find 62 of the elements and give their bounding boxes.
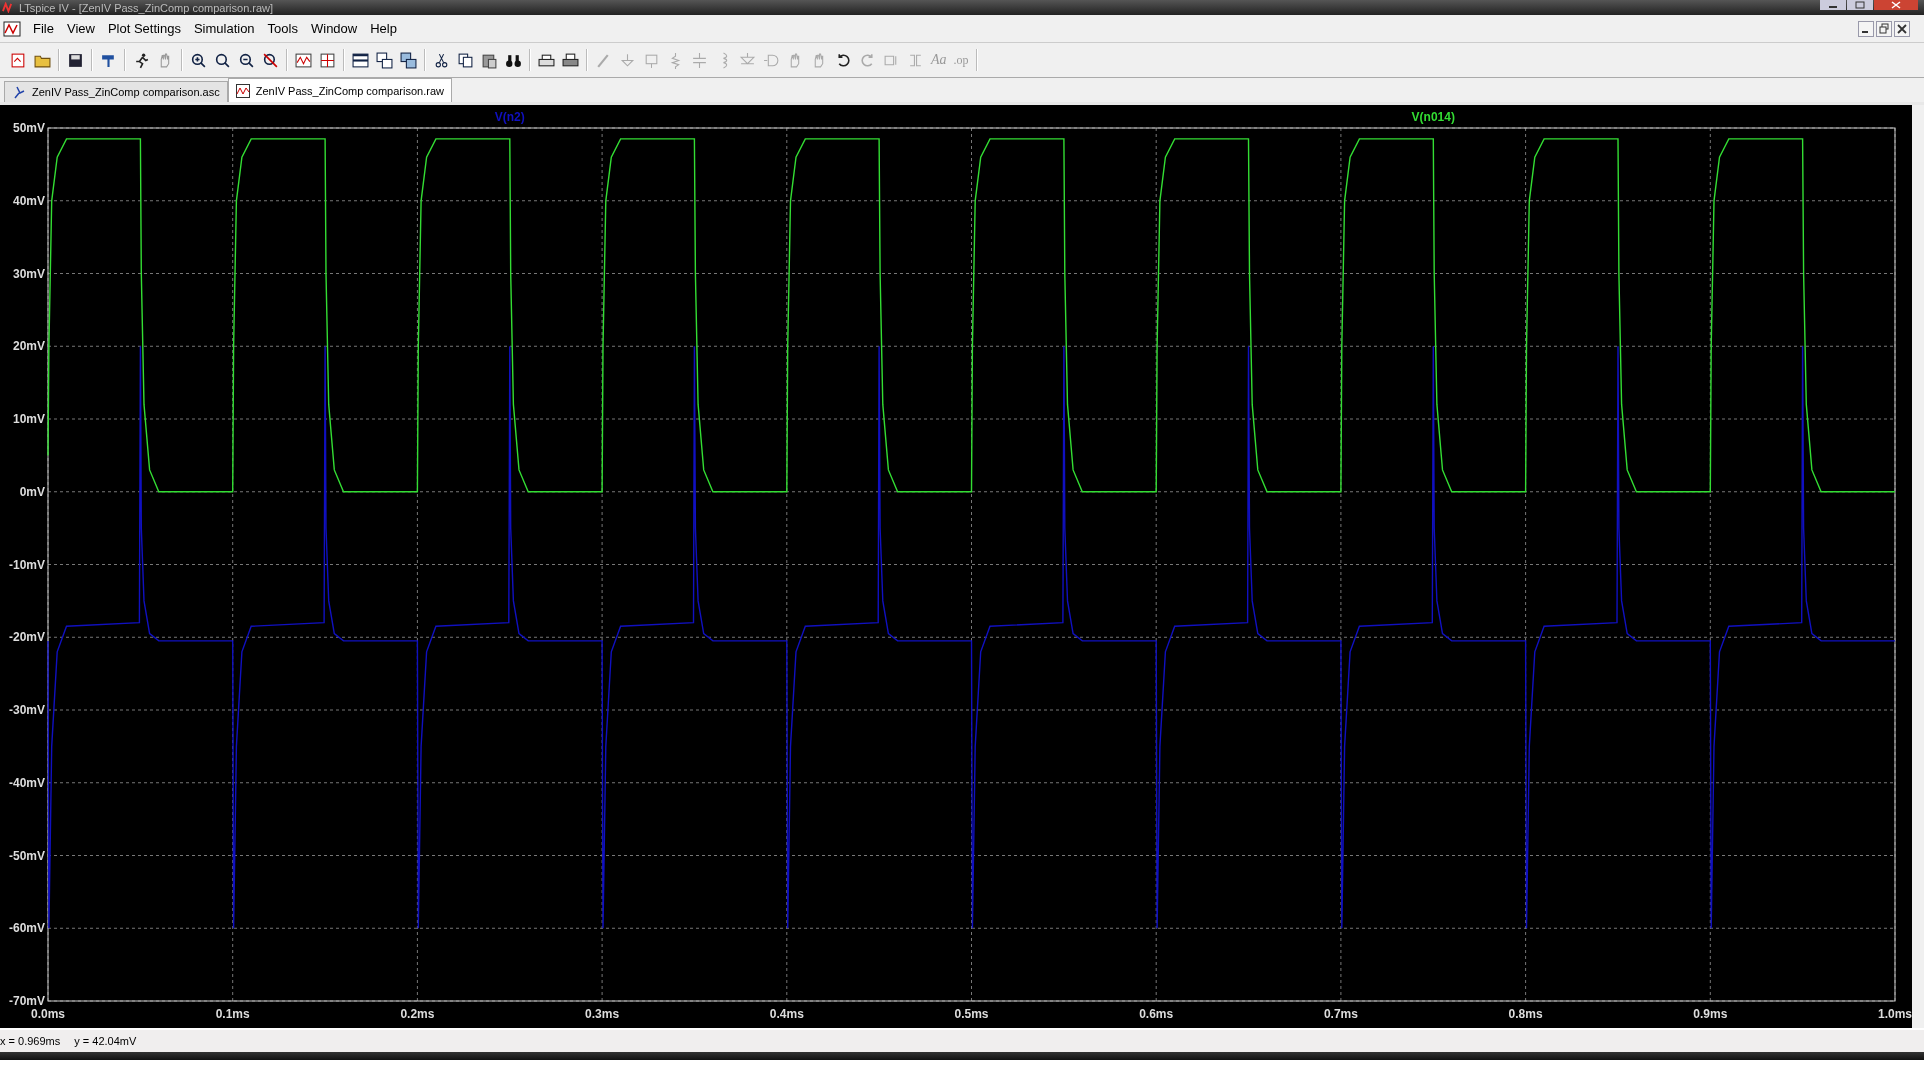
window-title: LTspice IV - [ZenIV Pass_ZinComp comparison.raw] bbox=[19, 1, 274, 14]
new-schematic-icon[interactable] bbox=[10, 51, 27, 69]
schematic-icon bbox=[12, 85, 26, 99]
minimize-icon[interactable] bbox=[1820, 0, 1846, 10]
axis-tick-label: 0mV bbox=[19, 484, 45, 499]
running-man-icon[interactable] bbox=[133, 51, 150, 69]
print-icon[interactable] bbox=[562, 51, 579, 69]
window-split-icon[interactable] bbox=[352, 51, 369, 69]
search-icon[interactable] bbox=[214, 51, 231, 69]
axis-tick-label: -70mV bbox=[8, 994, 45, 1008]
waveform-logo-icon bbox=[2, 2, 13, 13]
minimize-icon[interactable] bbox=[1858, 20, 1874, 37]
axis-tick-label: -60mV bbox=[8, 921, 45, 936]
axis-tick-label: -20mV bbox=[8, 630, 45, 645]
restore-icon[interactable] bbox=[1876, 20, 1892, 37]
axis-tick-label: 0.3ms bbox=[585, 1007, 620, 1021]
zoom-out-icon[interactable] bbox=[238, 51, 255, 69]
axis-tick-label: 0.6ms bbox=[1139, 1007, 1174, 1021]
zoom-cancel-icon[interactable] bbox=[262, 51, 279, 69]
zoom-in-icon[interactable] bbox=[190, 51, 207, 69]
axis-tick-label: 0.1ms bbox=[215, 1007, 250, 1021]
waveform-icon bbox=[235, 83, 250, 98]
trace-name[interactable]: V(n014) bbox=[1411, 110, 1455, 124]
waveform-logo-icon[interactable] bbox=[3, 20, 21, 37]
waveform-grid-icon[interactable] bbox=[295, 51, 312, 69]
close-icon[interactable] bbox=[1894, 20, 1910, 37]
menu-item[interactable]: Tools bbox=[261, 21, 305, 36]
scissors-icon[interactable] bbox=[433, 51, 450, 69]
menu-item[interactable]: Plot Settings bbox=[101, 21, 188, 36]
axis-tick-label: -10mV bbox=[8, 557, 45, 572]
cursor-y-readout: y = 42.04mV bbox=[74, 1035, 137, 1047]
axis-tick-label: 10mV bbox=[12, 412, 45, 426]
axis-tick-label: 0.2ms bbox=[400, 1007, 435, 1021]
axis-tick-label: 30mV bbox=[12, 266, 45, 281]
menu-item[interactable]: Window bbox=[304, 21, 365, 36]
axis-tick-label: 0.0ms bbox=[31, 1007, 65, 1021]
axis-tick-label: 50mV bbox=[12, 121, 45, 135]
axis-tick-label: 0.8ms bbox=[1508, 1007, 1543, 1021]
cascade-windows-icon[interactable] bbox=[376, 51, 393, 69]
axis-tick-label: 1.0ms bbox=[1878, 1007, 1912, 1021]
menu-item[interactable]: View bbox=[60, 21, 102, 36]
menu-item[interactable]: Help bbox=[364, 21, 404, 36]
axis-tick-label: 0.5ms bbox=[954, 1007, 989, 1021]
axis-tick-label: -50mV bbox=[8, 848, 45, 863]
axis-tick-label: -30mV bbox=[8, 703, 45, 717]
copy-icon[interactable] bbox=[457, 51, 474, 69]
document-tab[interactable]: ZenIV Pass_ZinComp comparison.asc bbox=[4, 81, 228, 102]
cursor-x-readout: x = 0.969ms bbox=[0, 1035, 61, 1047]
tile-windows-icon[interactable] bbox=[400, 51, 417, 69]
cursor-frame-icon[interactable] bbox=[319, 51, 336, 69]
menu-item[interactable]: Simulation bbox=[187, 21, 262, 36]
axis-tick-label: 40mV bbox=[12, 193, 45, 208]
axis-tick-label: 20mV bbox=[12, 339, 45, 354]
axis-tick-label: 0.9ms bbox=[1693, 1007, 1728, 1021]
tab-label: ZenIV Pass_ZinComp comparison.raw bbox=[255, 84, 444, 97]
axis-tick-label: 0.4ms bbox=[769, 1007, 804, 1021]
tab-label: ZenIV Pass_ZinComp comparison.asc bbox=[32, 86, 220, 98]
document-tab[interactable]: ZenIV Pass_ZinComp comparison.raw bbox=[227, 78, 452, 102]
axis-tick-label: 0.7ms bbox=[1323, 1007, 1358, 1021]
undo-icon[interactable] bbox=[835, 51, 852, 69]
axis-tick-label: -40mV bbox=[8, 775, 45, 790]
menu-item[interactable]: File bbox=[27, 21, 61, 36]
